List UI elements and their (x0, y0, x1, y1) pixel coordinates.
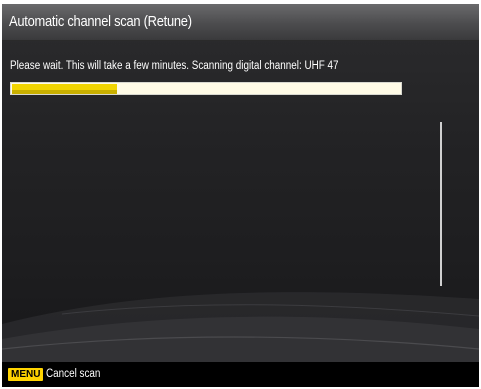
scan-status-text: Please wait. This will take a few minute… (10, 60, 339, 72)
title-bar: Automatic channel scan (Retune) (2, 4, 479, 41)
scan-progress-fill-shade (12, 90, 117, 94)
page-title: Automatic channel scan (Retune) (9, 13, 192, 30)
tv-screen: Automatic channel scan (Retune) Please w… (2, 4, 479, 387)
footer-bar: MENU Cancel scan (2, 362, 479, 387)
background-swoosh-graphic (2, 292, 479, 364)
menu-key-badge[interactable]: MENU (8, 368, 44, 381)
scan-progress-bar (10, 82, 402, 95)
cancel-scan-label: Cancel scan (46, 368, 101, 380)
